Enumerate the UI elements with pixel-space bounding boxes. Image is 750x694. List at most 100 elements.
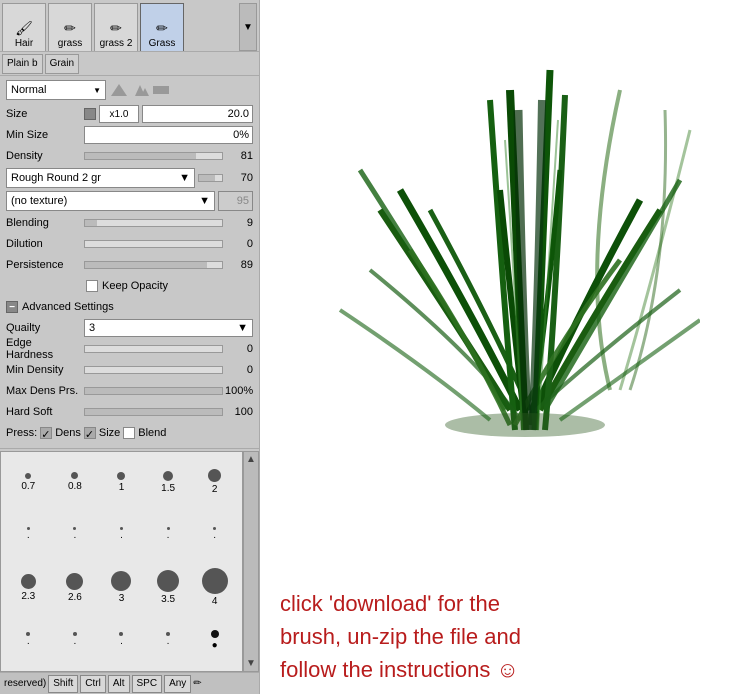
ctrl-button[interactable]: Ctrl [80, 675, 106, 693]
blending-row: Blending 9 [6, 214, 253, 232]
tab-grass-icon: ✏ [64, 20, 76, 37]
quality-select[interactable]: 3 ▼ [84, 319, 253, 337]
edge-hardness-track [84, 345, 223, 353]
edit-icon[interactable]: ✏ [193, 678, 201, 689]
advanced-collapse-btn[interactable]: − [6, 301, 18, 313]
press-dens-label: Dens [55, 427, 81, 439]
dot-2[interactable]: 2 [191, 456, 238, 509]
dot-4[interactable]: 4 [191, 562, 238, 615]
dot-35[interactable]: 3.5 [145, 562, 192, 615]
press-size-checkbox[interactable]: ✓ [84, 427, 96, 439]
dilution-label: Dilution [6, 238, 81, 250]
brush-type-value: 70 [225, 172, 253, 184]
reserved-label: reserved) [4, 678, 46, 689]
dot-r2-5[interactable]: · [191, 509, 238, 562]
tab-grass2[interactable]: ✏ grass 2 [94, 3, 138, 51]
shift-button[interactable]: Shift [48, 675, 78, 693]
right-panel: click 'download' for the brush, un-zip t… [260, 0, 750, 694]
persistence-row: Persistence 89 [6, 256, 253, 274]
mode-select[interactable]: Normal ▼ [6, 80, 106, 100]
tab-grass-active-icon: ✏ [156, 20, 168, 37]
max-dens-prs-label: Max Dens Prs. [6, 385, 81, 397]
max-dens-prs-slider[interactable]: 100% [84, 385, 253, 397]
tab-grass-label: grass [58, 38, 82, 49]
advanced-settings-header[interactable]: − Advanced Settings [6, 298, 253, 316]
density-row: Density 81 [6, 147, 253, 165]
persistence-slider[interactable]: 89 [84, 259, 253, 271]
dots-grid: 0.7 0.8 1 1.5 2 · [0, 451, 243, 672]
dot-r4-2[interactable]: · [52, 614, 99, 667]
min-size-value-box[interactable]: 0% [84, 126, 253, 144]
persistence-value: 89 [225, 259, 253, 271]
dot-r4-1[interactable]: · [5, 614, 52, 667]
dilution-slider[interactable]: 0 [84, 238, 253, 250]
dot-26[interactable]: 2.6 [52, 562, 99, 615]
dot-15[interactable]: 1.5 [145, 456, 192, 509]
press-blend-checkbox[interactable] [123, 427, 135, 439]
any-button[interactable]: Any [164, 675, 191, 693]
size-lock-icon[interactable] [84, 108, 96, 120]
shape-icons [110, 83, 170, 97]
press-dens-checkbox[interactable]: ✓ [40, 427, 52, 439]
dot-r2-2[interactable]: · [52, 509, 99, 562]
edge-hardness-label: Edge Hardness [6, 337, 81, 361]
left-panel: 🖌 Hair ✏ grass ✏ grass 2 ✏ Grass ▼ Plain… [0, 0, 260, 694]
min-density-slider[interactable]: 0 [84, 364, 253, 376]
size-multiplier[interactable]: x1.0 [99, 105, 139, 123]
hard-soft-label: Hard Soft [6, 406, 81, 418]
press-blend-label: Blend [138, 427, 166, 439]
density-slider[interactable]: 81 [84, 150, 253, 162]
dots-scrollbar[interactable]: ▲ ▼ [243, 451, 259, 672]
dot-1[interactable]: 1 [98, 456, 145, 509]
max-dens-prs-value: 100% [225, 385, 253, 397]
spc-button[interactable]: SPC [132, 675, 163, 693]
size-value: 20.0 [228, 108, 249, 120]
tab-grass-active[interactable]: ✏ Grass [140, 3, 184, 51]
size-value-box[interactable]: 20.0 [142, 105, 253, 123]
tab-plainb[interactable]: Plain b [2, 54, 43, 74]
persistence-track [84, 261, 223, 269]
keep-opacity-checkbox[interactable] [86, 280, 98, 292]
brush-type-slider[interactable]: 70 [198, 172, 253, 184]
tab-grain[interactable]: Grain [45, 54, 79, 74]
tab-scroll-btn[interactable]: ▼ [239, 3, 257, 51]
dot-r4-3[interactable]: · [98, 614, 145, 667]
grass-illustration [310, 10, 700, 440]
shape-icon-2[interactable] [131, 83, 149, 97]
hard-soft-row: Hard Soft 100 [6, 403, 253, 421]
shape-icon-3[interactable] [152, 83, 170, 97]
quality-label: Quailty [6, 322, 81, 334]
brush-type-select[interactable]: Rough Round 2 gr ▼ [6, 168, 195, 188]
hard-soft-slider[interactable]: 100 [84, 406, 253, 418]
tab-grass[interactable]: ✏ grass [48, 3, 92, 51]
size-row: Size x1.0 20.0 [6, 105, 253, 123]
edge-hardness-row: Edge Hardness 0 [6, 340, 253, 358]
edge-hardness-slider[interactable]: 0 [84, 343, 253, 355]
shape-icon-1[interactable] [110, 83, 128, 97]
blending-slider[interactable]: 9 [84, 217, 253, 229]
tab-hair[interactable]: 🖌 Hair [2, 3, 46, 51]
blending-label: Blending [6, 217, 81, 229]
tab-grass2-icon: ✏ [110, 20, 122, 37]
dots-section: 0.7 0.8 1 1.5 2 · [0, 451, 259, 672]
texture-select[interactable]: (no texture) ▼ [6, 191, 215, 211]
dot-r2-4[interactable]: · [145, 509, 192, 562]
dot-r4-5[interactable]: ● [191, 614, 238, 667]
dot-07[interactable]: 0.7 [5, 456, 52, 509]
brush-type-track [198, 174, 223, 182]
dot-r2-1[interactable]: · [5, 509, 52, 562]
alt-button[interactable]: Alt [108, 675, 130, 693]
dot-r2-3[interactable]: · [98, 509, 145, 562]
dot-23[interactable]: 2.3 [5, 562, 52, 615]
texture-row: (no texture) ▼ 95 [6, 191, 253, 211]
dot-08[interactable]: 0.8 [52, 456, 99, 509]
dot-3[interactable]: 3 [98, 562, 145, 615]
dilution-track [84, 240, 223, 248]
quality-arrow-icon: ▼ [237, 322, 248, 334]
density-track [84, 152, 223, 160]
dot-r4-4[interactable]: · [145, 614, 192, 667]
brush-type-row: Rough Round 2 gr ▼ 70 [6, 168, 253, 188]
instruction-line2: brush, un-zip the file and [280, 620, 730, 653]
texture-label: (no texture) [11, 195, 67, 207]
texture-arrow-icon: ▼ [199, 195, 210, 207]
